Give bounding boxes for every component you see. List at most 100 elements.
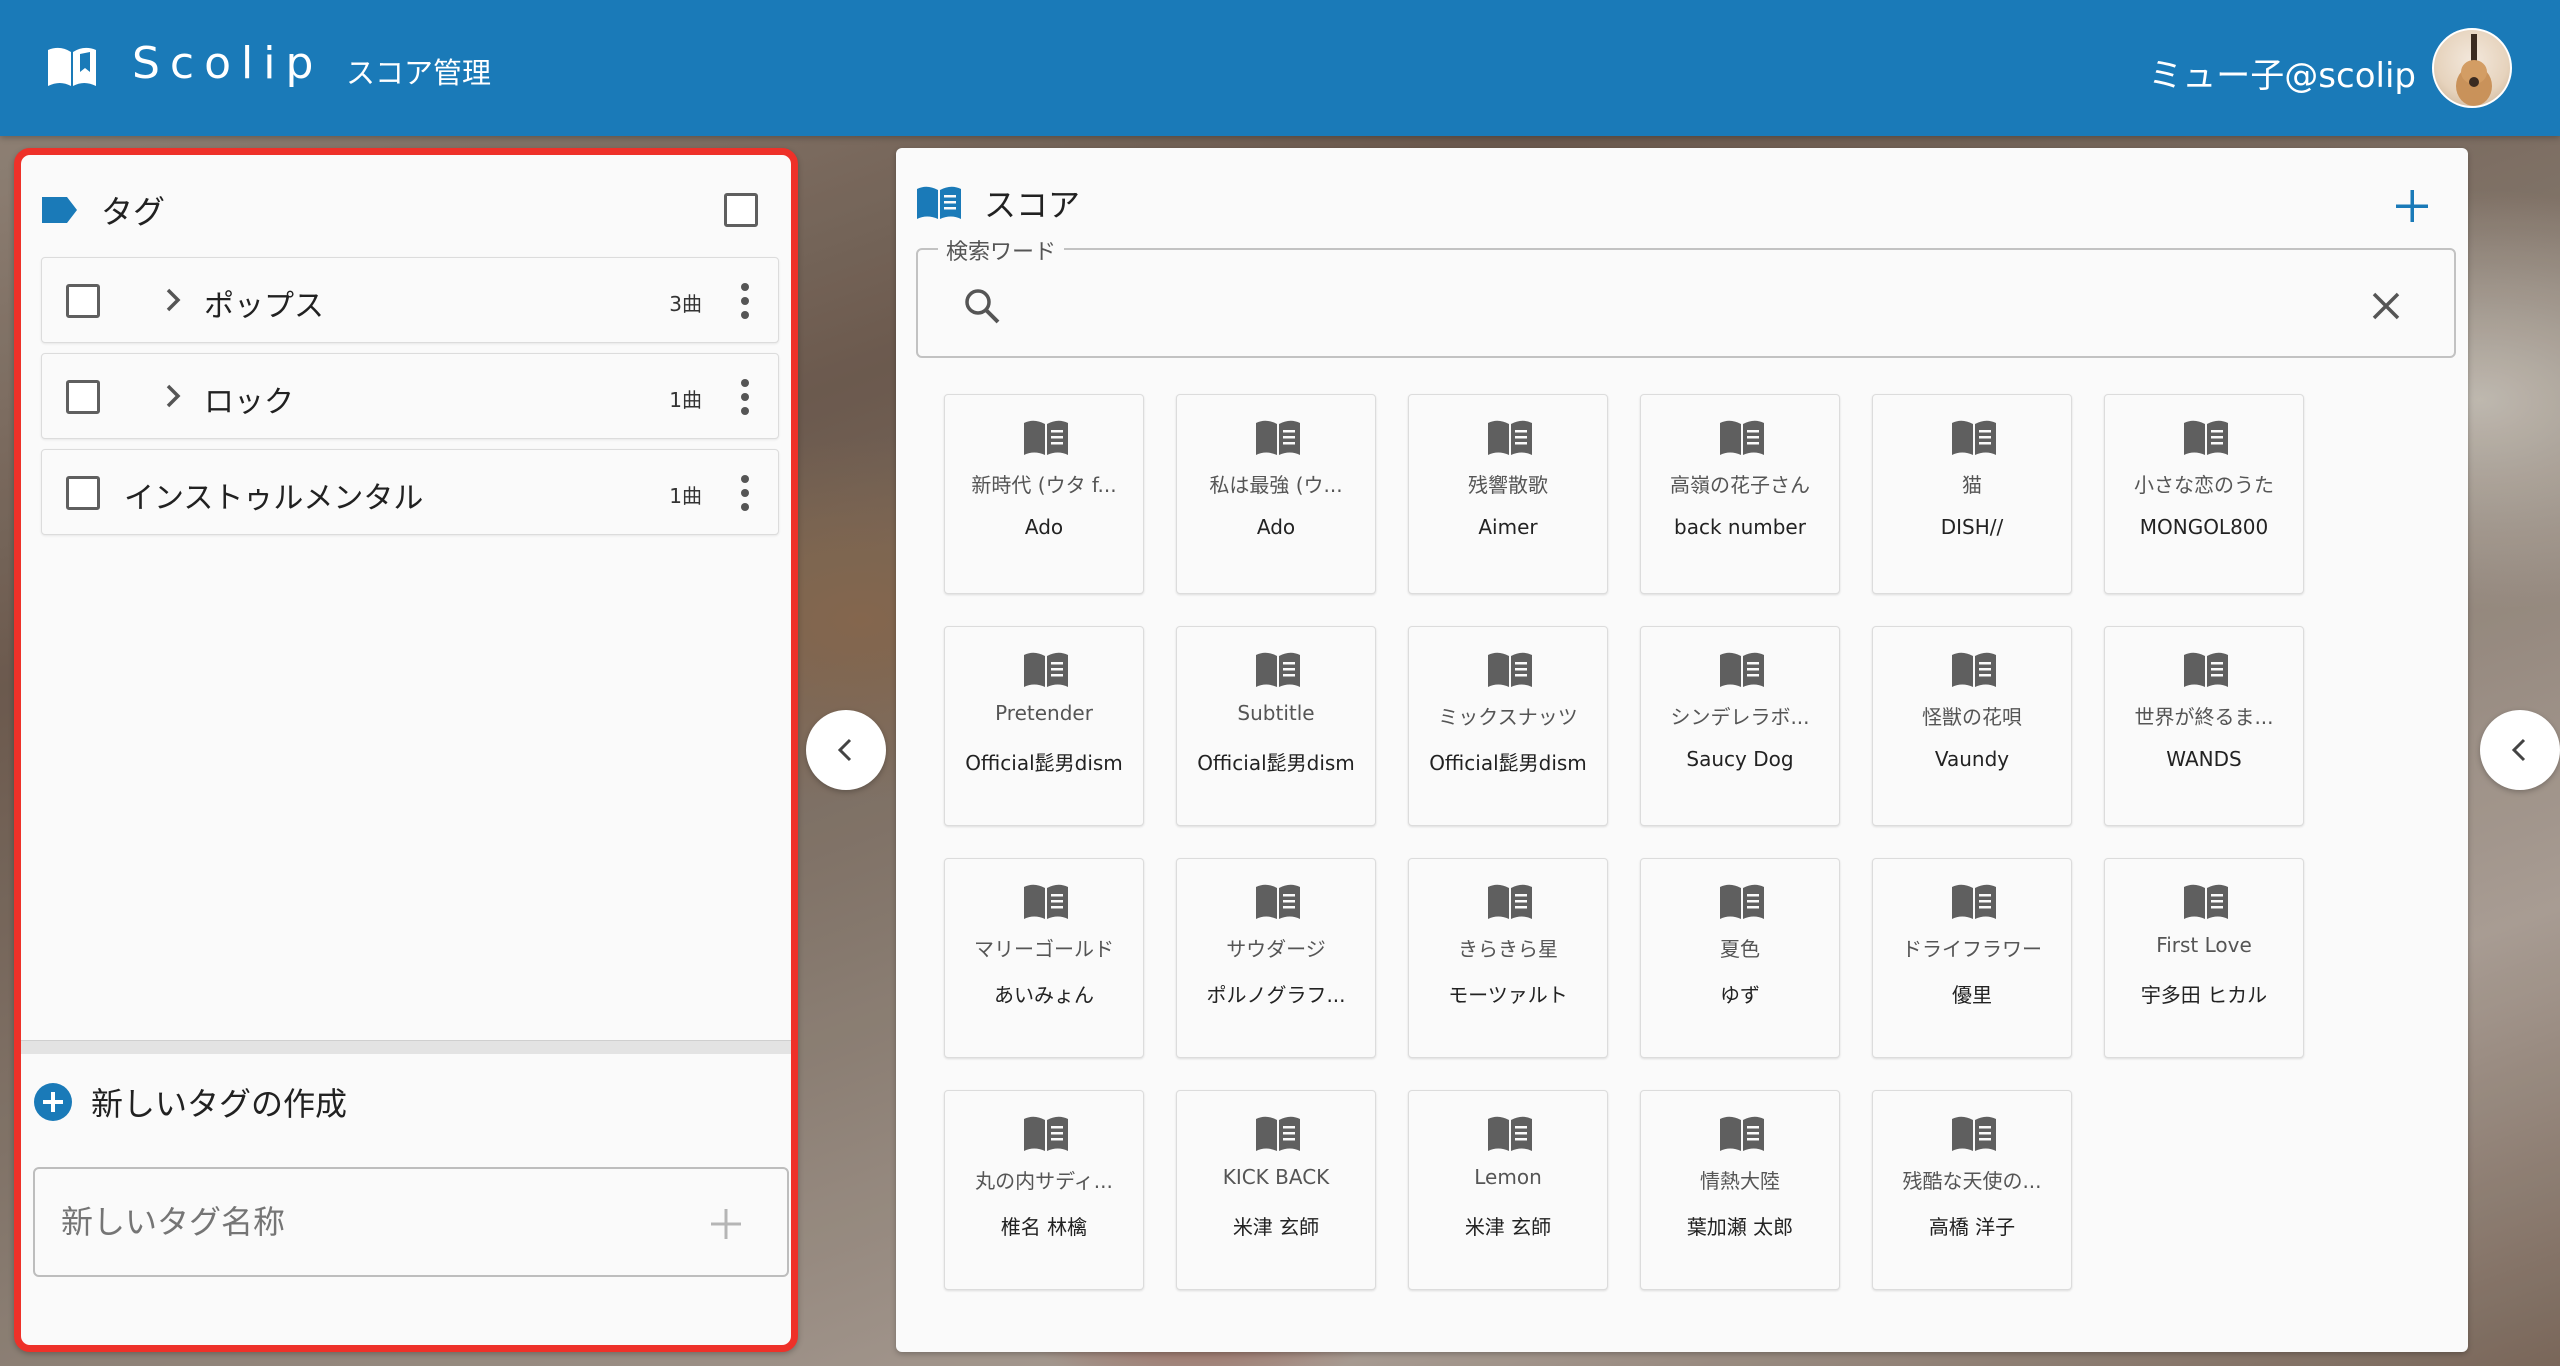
score-card[interactable]: First Love 宇多田 ヒカル (2104, 858, 2304, 1058)
nav-score-management[interactable]: スコア管理 (346, 50, 491, 92)
user-avatar[interactable] (2432, 28, 2512, 108)
score-card[interactable]: KICK BACK 米津 玄師 (1176, 1090, 1376, 1290)
score-artist: 米津 玄師 (1464, 1215, 1552, 1239)
book-logo-icon (48, 47, 96, 86)
score-artist: Ado (1256, 515, 1296, 539)
score-card[interactable]: ドライフラワー 優里 (1872, 858, 2072, 1058)
new-tag-heading-text: 新しいタグの作成 (91, 1085, 348, 1123)
select-all-tags-checkbox[interactable] (724, 193, 758, 227)
more-vert-icon[interactable] (740, 282, 750, 320)
score-card[interactable]: きらきら星 モーツァルト (1408, 858, 1608, 1058)
app-name[interactable]: Scolip (132, 38, 323, 89)
score-card[interactable]: 高嶺の花子さん back number (1640, 394, 1840, 594)
score-card[interactable]: 情熱大陸 葉加瀬 太郎 (1640, 1090, 1840, 1290)
score-card[interactable]: Lemon 米津 玄師 (1408, 1090, 1608, 1290)
score-title: 小さな恋のうた (2134, 473, 2274, 497)
score-title: KICK BACK (1222, 1165, 1330, 1189)
score-card[interactable]: マリーゴールド あいみょん (944, 858, 1144, 1058)
tag-name: ポップス (204, 289, 324, 324)
score-artist: 椎名 林檎 (1000, 1215, 1088, 1239)
menu-book-icon (917, 186, 961, 219)
menu-book-icon (2184, 652, 2228, 687)
score-title: 高嶺の花子さん (1670, 473, 1810, 497)
score-artist: WANDS (2166, 747, 2242, 771)
add-icon[interactable] (709, 1207, 743, 1241)
score-artist: 米津 玄師 (1232, 1215, 1320, 1239)
score-card[interactable]: ミックスナッツ Official髭男dism (1408, 626, 1608, 826)
collapse-right-panel-button[interactable] (2480, 710, 2560, 790)
tag-name: インストゥルメンタル (124, 481, 424, 516)
score-artist: 宇多田 ヒカル (2140, 983, 2268, 1007)
search-label: 検索ワード (938, 234, 1065, 266)
new-tag-heading: 新しいタグの作成 (33, 1079, 347, 1125)
score-card[interactable]: サウダージ ポルノグラフ... (1176, 858, 1376, 1058)
close-icon[interactable] (2370, 290, 2402, 322)
tag-checkbox[interactable] (66, 380, 100, 414)
add-score-icon[interactable] (2394, 188, 2430, 224)
score-card[interactable]: 丸の内サディ... 椎名 林檎 (944, 1090, 1144, 1290)
score-artist: Official髭男dism (965, 751, 1123, 775)
score-card[interactable]: 私は最強 (ウ... Ado (1176, 394, 1376, 594)
chevron-right-icon[interactable] (158, 381, 188, 411)
menu-book-icon (1952, 652, 1996, 687)
score-title: 世界が終るま... (2134, 705, 2274, 729)
menu-book-icon (1720, 652, 1764, 687)
score-artist: あいみょん (994, 983, 1094, 1007)
menu-book-icon (1024, 420, 1068, 455)
menu-book-icon (2184, 420, 2228, 455)
tag-item-rock[interactable]: ロック 1曲 (41, 353, 779, 439)
add-circle-icon (34, 1083, 72, 1121)
score-card[interactable]: 残酷な天使の... 高橋 洋子 (1872, 1090, 2072, 1290)
score-title: 私は最強 (ウ... (1209, 473, 1343, 497)
tag-count: 1曲 (669, 388, 702, 412)
score-title: 情熱大陸 (1700, 1169, 1780, 1193)
score-artist: Vaundy (1934, 747, 2010, 771)
tag-name: ロック (204, 385, 294, 420)
menu-book-icon (1024, 884, 1068, 919)
score-card[interactable]: 世界が終るま... WANDS (2104, 626, 2304, 826)
more-vert-icon[interactable] (740, 474, 750, 512)
menu-book-icon (1952, 420, 1996, 455)
collapse-tag-panel-button[interactable] (806, 710, 886, 790)
score-card[interactable]: 夏色 ゆず (1640, 858, 1840, 1058)
tag-item-pops[interactable]: ポップス 3曲 (41, 257, 779, 343)
tag-panel-title: タグ (39, 187, 165, 233)
menu-book-icon (1720, 1116, 1764, 1151)
score-artist: Official髭男dism (1429, 751, 1587, 775)
tag-title-text: タグ (101, 193, 166, 231)
more-vert-icon[interactable] (740, 378, 750, 416)
app-bar: Scolip スコア管理 ミュー子@scolip (0, 0, 2560, 136)
score-card[interactable]: 残響散歌 Aimer (1408, 394, 1608, 594)
tag-item-instrumental[interactable]: インストゥルメンタル 1曲 (41, 449, 779, 535)
score-card[interactable]: 猫 DISH// (1872, 394, 2072, 594)
menu-book-icon (1256, 1116, 1300, 1151)
score-card[interactable]: Subtitle Official髭男dism (1176, 626, 1376, 826)
score-card[interactable]: 新時代 (ウタ f... Ado (944, 394, 1144, 594)
menu-book-icon (2184, 884, 2228, 919)
score-panel: スコア 検索ワード 新時代 (ウタ f... Ado 私は最強 (ウ... Ado 残響… (896, 148, 2468, 1352)
chevron-right-icon[interactable] (158, 285, 188, 315)
score-title: マリーゴールド (974, 937, 1114, 961)
tag-checkbox[interactable] (66, 284, 100, 318)
score-title: 怪獣の花唄 (1922, 705, 2022, 729)
menu-book-icon (1952, 884, 1996, 919)
score-artist: Ado (1024, 515, 1064, 539)
score-card[interactable]: 小さな恋のうた MONGOL800 (2104, 394, 2304, 594)
menu-book-icon (1952, 1116, 1996, 1151)
score-card[interactable]: Pretender Official髭男dism (944, 626, 1144, 826)
score-panel-title: スコア (916, 180, 1080, 226)
score-artist: 高橋 洋子 (1928, 1215, 2016, 1239)
score-artist: Saucy Dog (1686, 747, 1794, 771)
score-card[interactable]: 怪獣の花唄 Vaundy (1872, 626, 2072, 826)
user-name[interactable]: ミュー子@scolip (2148, 48, 2416, 97)
tag-checkbox[interactable] (66, 476, 100, 510)
score-title: 残酷な天使の... (1902, 1169, 2042, 1193)
search-input[interactable] (1028, 280, 2328, 328)
score-title: 丸の内サディ... (975, 1169, 1113, 1193)
score-title: First Love (2156, 933, 2252, 957)
score-artist: モーツァルト (1448, 983, 1568, 1007)
score-title: Lemon (1474, 1165, 1542, 1189)
new-tag-name-input[interactable] (61, 1199, 661, 1245)
score-card[interactable]: シンデレラボ... Saucy Dog (1640, 626, 1840, 826)
score-artist: Official髭男dism (1197, 751, 1355, 775)
